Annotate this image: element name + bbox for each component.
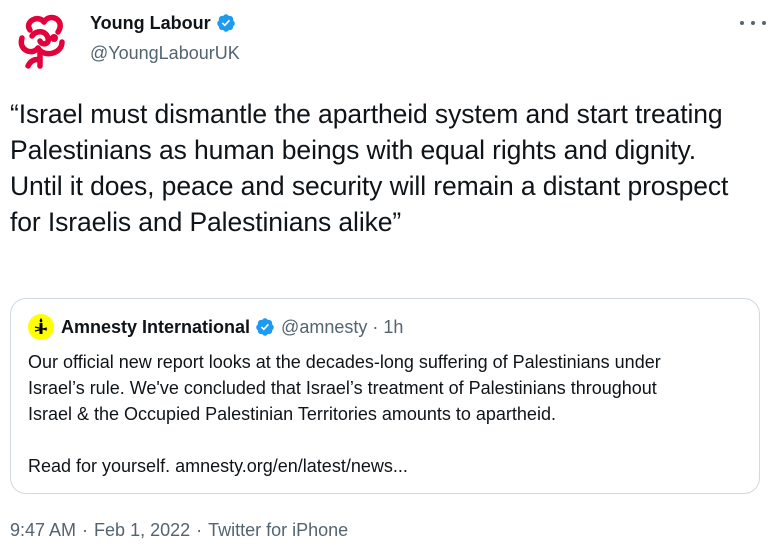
- verified-badge-icon: [216, 14, 235, 32]
- separator-dot: ·: [196, 520, 203, 540]
- quoted-tweet-text: Our official new report looks at the dec…: [28, 349, 748, 479]
- quoted-tweet[interactable]: Amnesty International @amnesty · 1h Our …: [10, 298, 760, 494]
- tweet-time[interactable]: 9:47 AM: [10, 518, 76, 542]
- more-options-icon[interactable]: [740, 14, 766, 32]
- quoted-author-name[interactable]: Amnesty International: [61, 317, 250, 338]
- tweet-source[interactable]: Twitter for iPhone: [208, 518, 348, 542]
- author-block: Young Labour @YoungLabourUK: [90, 10, 240, 66]
- quoted-timestamp[interactable]: 1h: [383, 317, 403, 338]
- tweet-text: “Israel must dismantle the apartheid sys…: [10, 99, 729, 237]
- quoted-text-line: Israel’s rule. We've concluded that Isra…: [28, 378, 657, 398]
- separator-dot: ·: [372, 316, 379, 337]
- quoted-text-line: Israel & the Occupied Palestinian Territ…: [28, 404, 556, 424]
- quoted-avatar[interactable]: [28, 314, 54, 340]
- quoted-link-line[interactable]: Read for yourself. amnesty.org/en/latest…: [28, 453, 748, 479]
- quoted-text-line: Our official new report looks at the dec…: [28, 352, 661, 372]
- avatar[interactable]: [10, 8, 74, 72]
- quoted-author-handle[interactable]: @amnesty: [281, 317, 367, 338]
- tweet: Young Labour @YoungLabourUK “Israel must…: [0, 0, 780, 554]
- quoted-tweet-header: Amnesty International @amnesty · 1h: [28, 314, 403, 340]
- red-rose-icon: [18, 14, 65, 69]
- amnesty-candle-icon: [34, 318, 48, 334]
- tweet-meta: 9:47 AM · Feb 1, 2022 · Twitter for iPho…: [10, 518, 348, 542]
- tweet-date[interactable]: Feb 1, 2022: [94, 518, 190, 542]
- author-name[interactable]: Young Labour: [90, 10, 211, 36]
- verified-badge-icon: [256, 318, 274, 336]
- author-handle[interactable]: @YoungLabourUK: [90, 40, 240, 66]
- separator-dot: ·: [82, 520, 89, 540]
